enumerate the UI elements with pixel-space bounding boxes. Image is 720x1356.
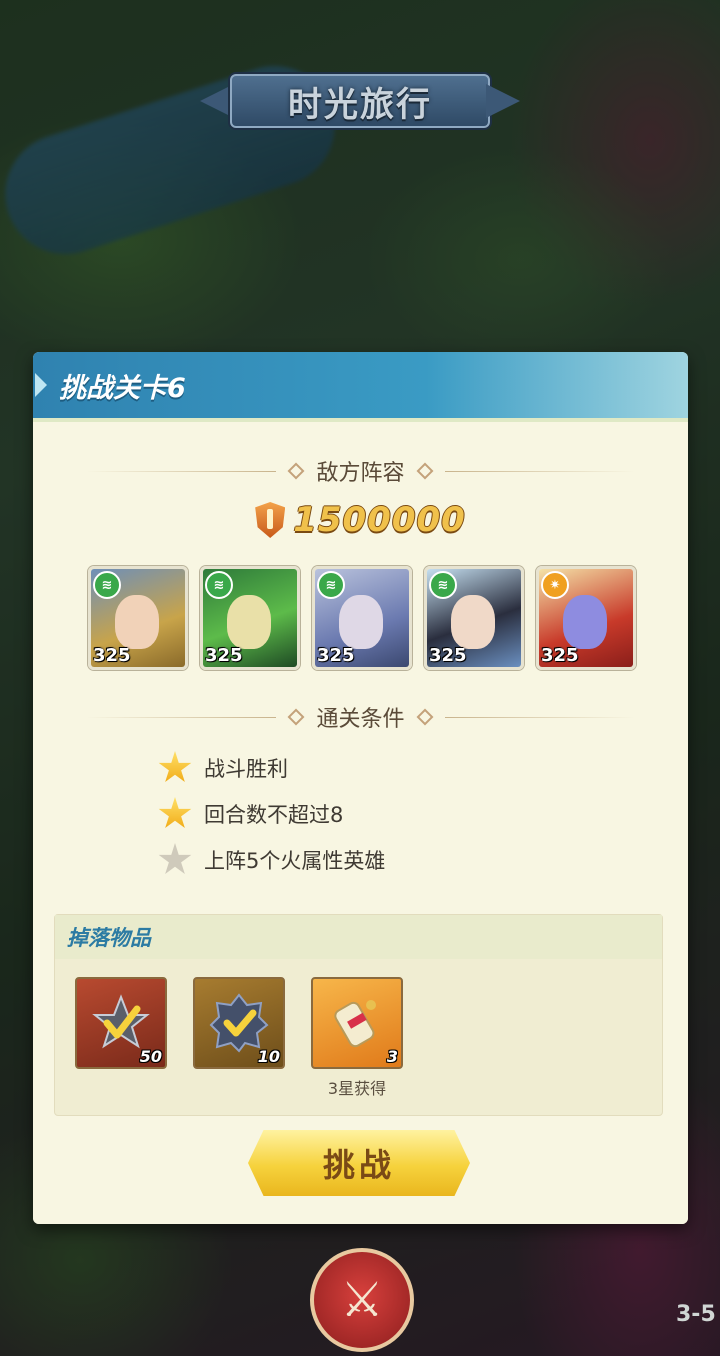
star-check-icon	[92, 994, 150, 1049]
enemy-power: 1500000	[33, 498, 688, 542]
divider-ornament-icon	[416, 462, 433, 480]
panel-body: 敌方阵容 1500000 ≋ 325 ≋ 325 ≋ 325 ≋ 325 ✷ 3…	[33, 418, 688, 1224]
banner-left-wing	[200, 84, 234, 118]
hero-face	[115, 595, 159, 649]
divider-ornament-icon	[287, 708, 305, 726]
star-filled-icon	[158, 751, 192, 782]
panel-title: 挑战关卡6	[59, 372, 186, 404]
hero-level: 325	[541, 645, 579, 666]
drop-item-qty: 3	[386, 1047, 398, 1066]
hero-face	[451, 595, 495, 649]
banner-right-wing	[486, 84, 520, 118]
enemy-section-header: 敌方阵容	[33, 456, 688, 486]
enemy-section-title: 敌方阵容	[316, 461, 405, 486]
conditions-section-header: 通关条件	[33, 702, 688, 732]
gear-check-icon	[209, 993, 269, 1053]
hero-level: 325	[317, 645, 355, 666]
conditions-list: 战斗胜利 回合数不超过8 上阵5个火属性英雄	[158, 745, 558, 883]
enemy-power-value: 1500000	[293, 500, 466, 540]
condition-item: 战斗胜利	[158, 745, 558, 791]
drop-item-qty: 50	[139, 1047, 162, 1066]
power-shield-icon	[255, 502, 286, 538]
condition-text: 战斗胜利	[204, 757, 288, 781]
conditions-section-title: 通关条件	[316, 707, 405, 732]
divider-right	[444, 716, 635, 718]
drop-item: 3 3星获得	[311, 977, 403, 1099]
drop-item-qty: 10	[257, 1047, 280, 1066]
hero-level: 325	[93, 645, 131, 666]
condition-text: 上阵5个火属性英雄	[204, 849, 386, 873]
challenge-button-label: 挑战	[322, 1146, 395, 1184]
enemy-hero-1[interactable]: ≋ 325	[88, 566, 188, 670]
drop-item-slot[interactable]: 10	[193, 977, 285, 1069]
light-element-icon: ✷	[541, 571, 569, 599]
hero-level: 325	[205, 645, 243, 666]
drops-title: 掉落物品	[55, 915, 662, 959]
star-filled-icon	[158, 797, 192, 828]
drop-item-slot[interactable]: 3	[311, 977, 403, 1069]
drop-item-note: 3星获得	[327, 1079, 387, 1098]
divider-ornament-icon	[287, 462, 305, 480]
enemy-hero-5[interactable]: ✷ 325	[536, 566, 636, 670]
divider-right	[444, 470, 635, 472]
condition-text: 回合数不超过8	[204, 803, 344, 827]
page-title: 时光旅行	[288, 84, 432, 125]
enemy-hero-4[interactable]: ≋ 325	[424, 566, 524, 670]
scroll-icon	[334, 1000, 376, 1048]
condition-item: 上阵5个火属性英雄	[158, 837, 558, 883]
wind-element-icon: ≋	[317, 571, 345, 599]
enemy-hero-3[interactable]: ≋ 325	[312, 566, 412, 670]
divider-left	[86, 716, 277, 718]
drop-items: 50 10 3 3星获得	[75, 977, 403, 1099]
wind-element-icon: ≋	[205, 571, 233, 599]
hero-level: 325	[429, 645, 467, 666]
header-chevron-icon	[35, 373, 47, 397]
drops-section: 掉落物品 50 10 3 3星获得	[54, 914, 663, 1116]
hero-face	[339, 595, 383, 649]
panel-header: 挑战关卡6	[33, 352, 688, 418]
condition-item: 回合数不超过8	[158, 791, 558, 837]
battle-swords-icon[interactable]: ⚔	[310, 1248, 414, 1352]
wind-element-icon: ≋	[93, 571, 121, 599]
challenge-button[interactable]: 挑战	[248, 1130, 470, 1196]
drop-item-slot[interactable]: 50	[75, 977, 167, 1069]
star-empty-icon	[158, 843, 192, 874]
title-banner: 时光旅行	[200, 66, 520, 136]
hero-face	[563, 595, 607, 649]
enemy-heroes: ≋ 325 ≋ 325 ≋ 325 ≋ 325 ✷ 325	[88, 566, 636, 670]
drop-item: 50	[75, 977, 167, 1099]
stage-label: 3-5	[676, 1302, 716, 1327]
wind-element-icon: ≋	[429, 571, 457, 599]
divider-left	[86, 470, 277, 472]
divider-ornament-icon	[416, 708, 433, 726]
hero-face	[227, 595, 271, 649]
enemy-hero-2[interactable]: ≋ 325	[200, 566, 300, 670]
drop-item: 10	[193, 977, 285, 1099]
challenge-panel: 挑战关卡6 敌方阵容 1500000 ≋ 325 ≋ 325 ≋ 325 ≋ 3…	[33, 352, 688, 1224]
